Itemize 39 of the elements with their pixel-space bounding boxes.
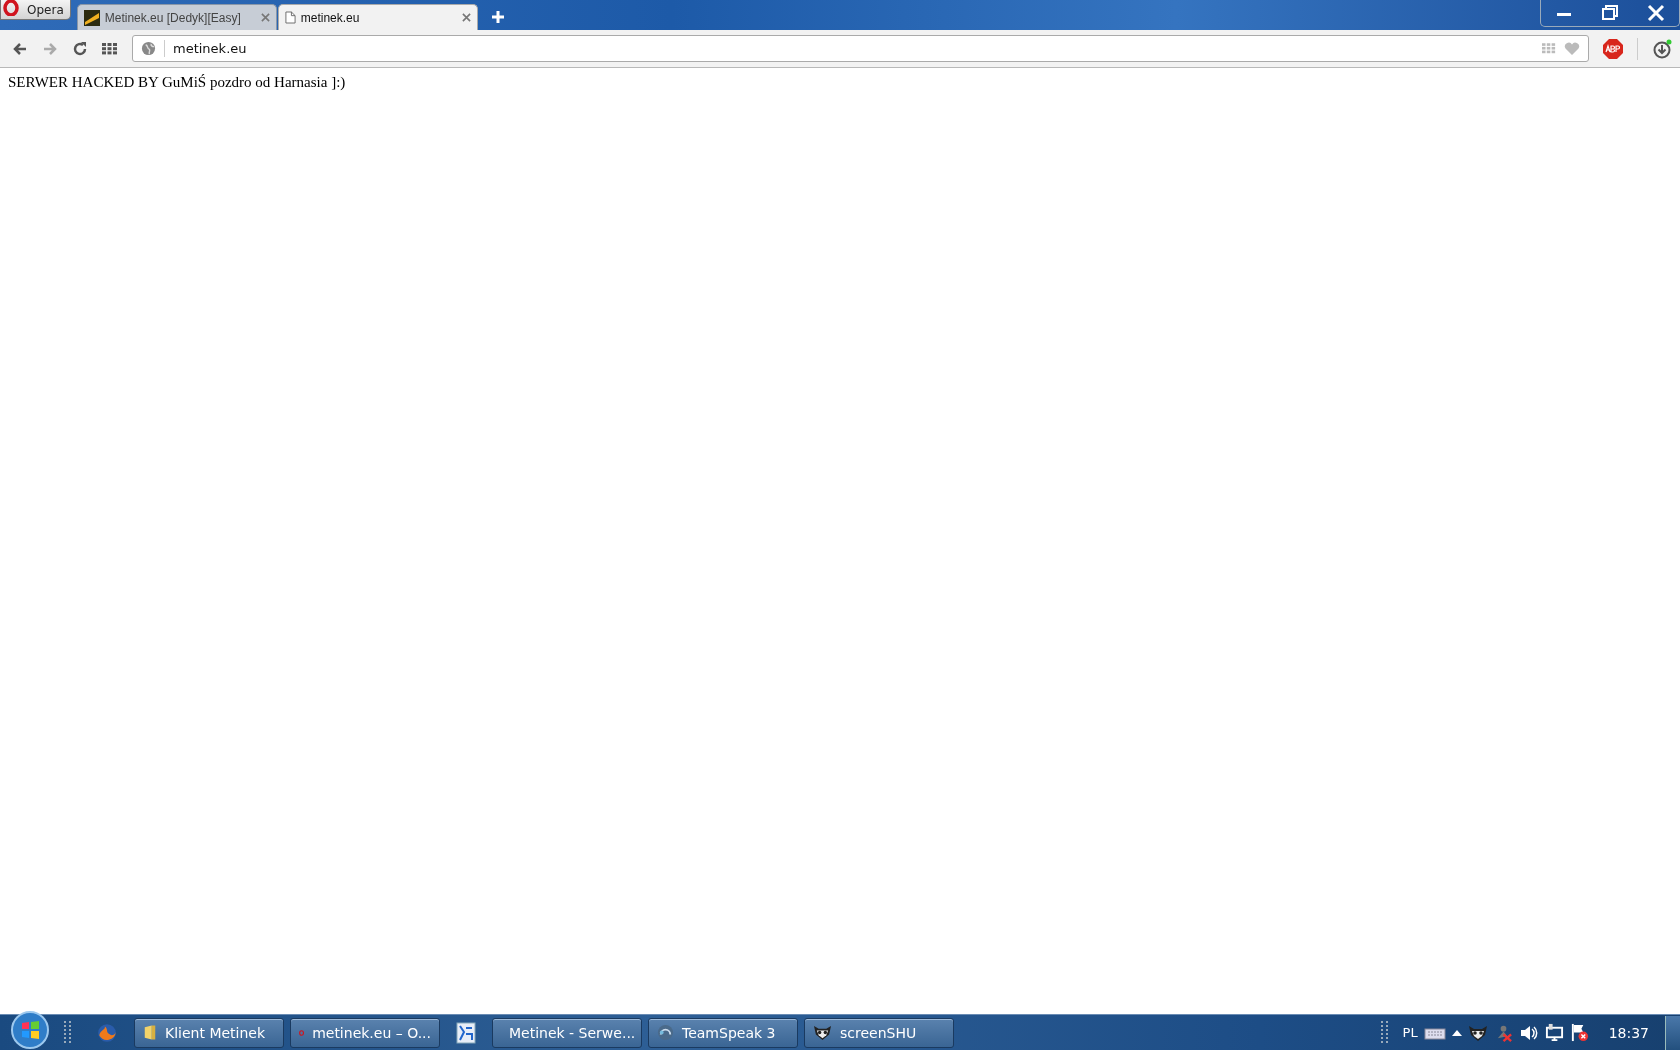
url-text: metinek.eu — [173, 41, 247, 56]
start-button[interactable] — [10, 1009, 50, 1050]
opera-logo-icon — [3, 0, 19, 16]
lemur-icon — [813, 1024, 832, 1041]
browser-tab[interactable]: metinek.eu — [277, 4, 478, 30]
reload-icon[interactable] — [72, 40, 88, 57]
tray-arrow-icon[interactable] — [1451, 1028, 1462, 1037]
clock[interactable]: 18:37 — [1608, 1024, 1649, 1041]
taskbar-button[interactable]: TeamSpeak 3 — [648, 1017, 798, 1048]
language-indicator[interactable]: PL — [1402, 1025, 1418, 1040]
new-tab-icon[interactable] — [490, 10, 505, 24]
taskbar-button[interactable]: screenSHU — [804, 1017, 954, 1048]
lemur-icon[interactable] — [1467, 1023, 1488, 1042]
download-icon[interactable] — [1652, 38, 1672, 59]
keyboard-icon[interactable] — [1423, 1025, 1446, 1040]
globe-icon — [141, 41, 156, 56]
tab-title: metinek.eu — [300, 10, 361, 25]
grid-icon[interactable] — [102, 42, 118, 55]
site-icon — [83, 9, 100, 26]
folder-icon — [143, 1024, 157, 1041]
flag-error-icon[interactable] — [1569, 1023, 1589, 1042]
adblock-icon[interactable] — [1603, 38, 1623, 59]
page-message: SERWER HACKED BY GuMiŚ pozdro od Harnasia ]:) — [8, 74, 347, 91]
page-icon — [284, 11, 296, 24]
firefox-icon[interactable] — [96, 1021, 118, 1044]
app-icon[interactable] — [456, 1021, 476, 1044]
back-icon[interactable] — [12, 40, 28, 57]
grip-icon — [1380, 1020, 1389, 1045]
taskbar-button[interactable]: Klient Metinek — [134, 1017, 284, 1048]
close-icon[interactable] — [461, 13, 471, 22]
grip-icon — [64, 1020, 72, 1045]
monitor-icon[interactable] — [1544, 1023, 1564, 1042]
taskbar-button[interactable]: metinek.eu – O... — [290, 1017, 440, 1048]
tab-title: Metinek.eu [Dedyk][Easy] — [104, 10, 242, 25]
show-desktop-button[interactable] — [1665, 1015, 1680, 1050]
speaker-icon[interactable] — [1518, 1023, 1539, 1042]
taskbar-button[interactable]: Metinek - Serwe... — [492, 1017, 642, 1048]
browser-tab[interactable]: Metinek.eu [Dedyk][Easy] — [76, 4, 277, 30]
opera-menu-button[interactable]: Opera — [0, 0, 71, 20]
